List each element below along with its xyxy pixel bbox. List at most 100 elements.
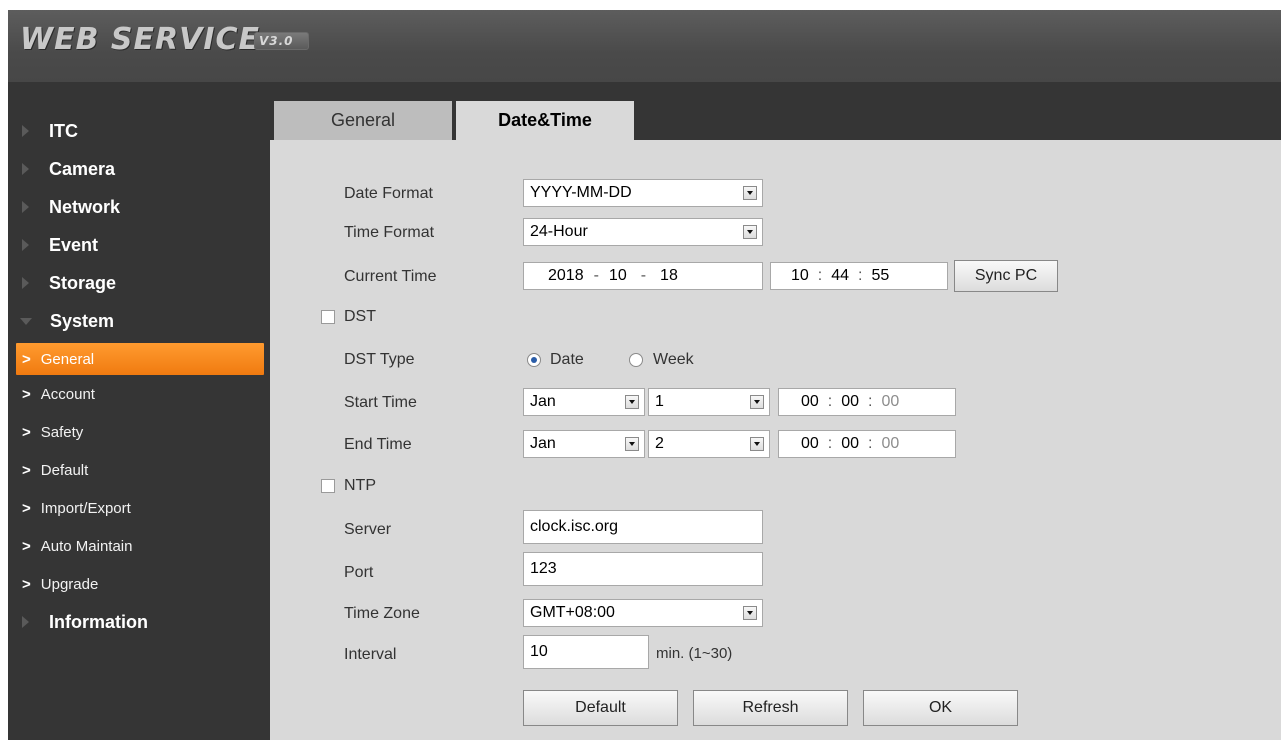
sidebar-subitem-label: Upgrade xyxy=(40,575,99,593)
caret-right-icon xyxy=(22,616,29,628)
port-input[interactable]: 123 xyxy=(523,552,763,586)
end-minute[interactable]: 00 xyxy=(841,435,859,453)
dst-type-label: DST Type xyxy=(344,351,415,368)
dst-label: DST xyxy=(344,308,376,325)
time-second[interactable]: 55 xyxy=(872,267,890,285)
start-hour[interactable]: 00 xyxy=(801,393,819,411)
time-format-value: 24-Hour xyxy=(530,223,588,240)
sidebar-subitem-default[interactable]: > Default xyxy=(8,451,270,489)
brand-logo: WEB SERVICEV3.0 xyxy=(20,22,309,57)
current-time-label: Current Time xyxy=(344,268,437,285)
sidebar-item-network[interactable]: Network xyxy=(8,188,270,226)
chevron-down-icon[interactable] xyxy=(743,225,757,239)
sidebar-subitem-safety[interactable]: > Safety xyxy=(8,413,270,451)
end-hour[interactable]: 00 xyxy=(801,435,819,453)
sidebar-item-label: Storage xyxy=(49,272,117,293)
sidebar-subitem-label: General xyxy=(40,350,95,368)
start-day-select[interactable]: 1 xyxy=(648,388,770,416)
sidebar-subitem-upgrade[interactable]: > Upgrade xyxy=(8,565,270,603)
server-label: Server xyxy=(344,521,392,538)
chevron-down-icon[interactable] xyxy=(750,437,764,451)
time-format-select[interactable]: 24-Hour xyxy=(523,218,763,246)
sidebar-subitem-general[interactable]: > General xyxy=(16,343,264,375)
default-button[interactable]: Default xyxy=(523,690,678,726)
interval-label: Interval xyxy=(344,646,397,663)
interval-unit-hint: min. (1~30) xyxy=(656,645,733,662)
sidebar-subitem-auto-maintain[interactable]: > Auto Maintain xyxy=(8,527,270,565)
ok-button[interactable]: OK xyxy=(863,690,1018,726)
chevron-down-icon[interactable] xyxy=(743,186,757,200)
end-month-select[interactable]: Jan xyxy=(523,430,645,458)
dst-type-date-radio[interactable] xyxy=(527,353,541,367)
date-day[interactable]: 18 xyxy=(660,267,678,285)
chevron-right-icon: > xyxy=(22,461,31,479)
start-second[interactable]: 00 xyxy=(882,393,900,411)
sidebar-item-event[interactable]: Event xyxy=(8,226,270,264)
ntp-checkbox[interactable] xyxy=(321,479,335,493)
time-zone-label: Time Zone xyxy=(344,605,420,622)
sidebar-item-itc[interactable]: ITC xyxy=(8,112,270,150)
end-second[interactable]: 00 xyxy=(882,435,900,453)
current-time-field[interactable]: 10 : 44 : 55 xyxy=(770,262,948,290)
sync-pc-button[interactable]: Sync PC xyxy=(954,260,1058,292)
start-minute[interactable]: 00 xyxy=(841,393,859,411)
sidebar-subitem-label: Safety xyxy=(40,423,84,441)
server-input[interactable]: clock.isc.org xyxy=(523,510,763,544)
dst-type-week-radio[interactable] xyxy=(629,353,643,367)
caret-right-icon xyxy=(22,239,29,251)
chevron-right-icon: > xyxy=(22,385,31,403)
chevron-down-icon[interactable] xyxy=(750,395,764,409)
dst-checkbox[interactable] xyxy=(321,310,335,324)
date-format-select[interactable]: YYYY-MM-DD xyxy=(523,179,763,207)
sidebar-subitem-label: Import/Export xyxy=(40,499,131,517)
time-separator: : xyxy=(817,267,823,284)
dst-type-date-label: Date xyxy=(550,351,584,368)
refresh-button[interactable]: Refresh xyxy=(693,690,848,726)
port-value: 123 xyxy=(530,560,557,577)
chevron-down-icon[interactable] xyxy=(743,606,757,620)
sidebar: ITC Camera Network Event Storage System … xyxy=(8,82,270,740)
interval-value: 10 xyxy=(530,643,548,660)
sidebar-subitem-import-export[interactable]: > Import/Export xyxy=(8,489,270,527)
chevron-down-icon[interactable] xyxy=(625,437,639,451)
end-time-field[interactable]: 00 : 00 : 00 xyxy=(778,430,956,458)
sidebar-subitem-account[interactable]: > Account xyxy=(8,375,270,413)
brand-name: WEB SERVICE xyxy=(20,22,260,57)
date-separator: - xyxy=(593,267,599,284)
time-separator: : xyxy=(868,393,873,410)
sidebar-item-information[interactable]: Information xyxy=(8,603,270,641)
chevron-down-icon[interactable] xyxy=(625,395,639,409)
start-month-select[interactable]: Jan xyxy=(523,388,645,416)
caret-right-icon xyxy=(22,277,29,289)
chevron-right-icon: > xyxy=(22,350,31,368)
chevron-right-icon: > xyxy=(22,537,31,555)
sidebar-item-storage[interactable]: Storage xyxy=(8,264,270,302)
caret-right-icon xyxy=(22,163,29,175)
server-value: clock.isc.org xyxy=(530,518,619,535)
date-format-label: Date Format xyxy=(344,185,433,202)
interval-input[interactable]: 10 xyxy=(523,635,649,669)
ntp-label: NTP xyxy=(344,477,376,494)
start-time-label: Start Time xyxy=(344,394,417,411)
sidebar-item-system[interactable]: System xyxy=(8,302,270,340)
tab-general[interactable]: General xyxy=(274,101,452,140)
date-month[interactable]: 10 xyxy=(609,267,627,285)
date-year[interactable]: 2018 xyxy=(548,267,584,285)
chevron-right-icon: > xyxy=(22,575,31,593)
sidebar-item-camera[interactable]: Camera xyxy=(8,150,270,188)
time-separator: : xyxy=(858,267,863,284)
date-separator: - xyxy=(640,267,647,284)
start-time-field[interactable]: 00 : 00 : 00 xyxy=(778,388,956,416)
sidebar-subitem-label: Account xyxy=(40,385,95,403)
current-date-field[interactable]: 2018 - 10 - 18 xyxy=(523,262,763,290)
sidebar-item-label: Network xyxy=(49,196,121,217)
tab-date-time[interactable]: Date&Time xyxy=(456,101,634,140)
caret-right-icon xyxy=(22,201,29,213)
sidebar-item-label: Event xyxy=(49,234,99,255)
end-day-select[interactable]: 2 xyxy=(648,430,770,458)
time-separator: : xyxy=(827,393,833,410)
time-zone-select[interactable]: GMT+08:00 xyxy=(523,599,763,627)
time-hour[interactable]: 10 xyxy=(791,267,809,285)
time-minute[interactable]: 44 xyxy=(831,267,849,285)
end-month-value: Jan xyxy=(530,435,556,452)
